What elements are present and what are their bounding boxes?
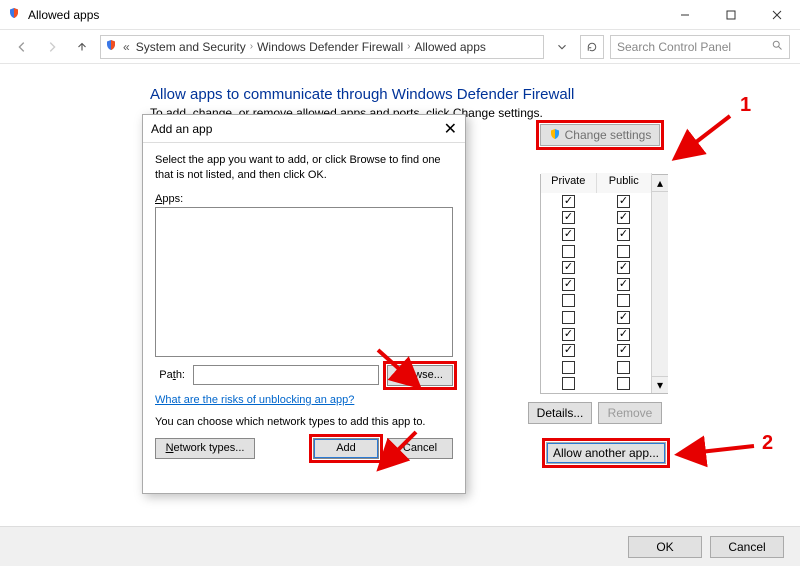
scrollbar[interactable]: ▴ ▾: [651, 175, 668, 393]
table-row: [541, 342, 651, 359]
table-row: [541, 210, 651, 227]
table-row: [541, 226, 651, 243]
apps-listbox[interactable]: [155, 207, 453, 357]
column-header-public[interactable]: Public: [597, 173, 653, 193]
firewall-icon: [105, 39, 117, 54]
uac-shield-icon: [549, 128, 561, 143]
checkbox-private[interactable]: [562, 294, 575, 307]
checkbox-public[interactable]: [617, 294, 630, 307]
close-button[interactable]: [754, 0, 800, 30]
checkbox-public[interactable]: [617, 195, 630, 208]
breadcrumb[interactable]: « System and Security › Windows Defender…: [100, 35, 544, 59]
checkbox-private[interactable]: [562, 278, 575, 291]
checkbox-public[interactable]: [617, 328, 630, 341]
table-row: [541, 259, 651, 276]
scroll-up-icon[interactable]: ▴: [652, 175, 668, 192]
add-button[interactable]: Add: [313, 438, 379, 459]
checkbox-public[interactable]: [617, 245, 630, 258]
checkbox-private[interactable]: [562, 228, 575, 241]
path-label: Path:: [155, 369, 185, 381]
checkbox-public[interactable]: [617, 361, 630, 374]
breadcrumb-item[interactable]: Windows Defender Firewall: [257, 40, 403, 54]
dialog-instruction: Select the app you want to add, or click…: [155, 153, 453, 183]
change-settings-label: Change settings: [565, 128, 652, 142]
dialog-title: Add an app: [151, 122, 212, 136]
checkbox-private[interactable]: [562, 245, 575, 258]
search-input[interactable]: Search Control Panel: [610, 35, 790, 59]
network-types-note: You can choose which network types to ad…: [155, 416, 453, 428]
change-settings-button[interactable]: Change settings: [540, 124, 660, 146]
table-row: [541, 359, 651, 376]
maximize-button[interactable]: [708, 0, 754, 30]
minimize-button[interactable]: [662, 0, 708, 30]
firewall-icon: [8, 7, 20, 22]
table-row: [541, 276, 651, 293]
checkbox-public[interactable]: [617, 344, 630, 357]
breadcrumb-history-button[interactable]: [550, 35, 574, 59]
search-icon: [771, 39, 783, 54]
table-row: [541, 309, 651, 326]
risks-link[interactable]: What are the risks of unblocking an app?: [155, 394, 354, 406]
checkbox-public[interactable]: [617, 377, 630, 390]
chevron-right-icon: ›: [248, 41, 255, 52]
breadcrumb-overflow-icon: «: [119, 40, 134, 54]
breadcrumb-item[interactable]: Allowed apps: [414, 40, 485, 54]
checkbox-private[interactable]: [562, 261, 575, 274]
search-placeholder: Search Control Panel: [617, 40, 771, 54]
chevron-right-icon: ›: [405, 41, 412, 52]
cancel-button[interactable]: Cancel: [710, 536, 784, 558]
checkbox-public[interactable]: [617, 228, 630, 241]
nav-up-button[interactable]: [70, 35, 94, 59]
allow-another-app-button[interactable]: Allow another app...: [546, 442, 666, 464]
checkbox-private[interactable]: [562, 361, 575, 374]
apps-label: Apps:: [155, 193, 453, 205]
nav-back-button[interactable]: [10, 35, 34, 59]
table-row: [541, 243, 651, 260]
checkbox-private[interactable]: [562, 328, 575, 341]
annotation-2: 2: [762, 432, 773, 455]
checkbox-private[interactable]: [562, 195, 575, 208]
column-header-private[interactable]: Private: [541, 173, 597, 193]
checkbox-private[interactable]: [562, 311, 575, 324]
checkbox-public[interactable]: [617, 211, 630, 224]
checkbox-private[interactable]: [562, 344, 575, 357]
path-input[interactable]: [193, 365, 379, 385]
dialog-close-button[interactable]: ✕: [444, 119, 457, 139]
scroll-down-icon[interactable]: ▾: [652, 376, 668, 393]
browse-button[interactable]: Browse...: [387, 365, 453, 386]
refresh-button[interactable]: [580, 35, 604, 59]
checkbox-public[interactable]: [617, 311, 630, 324]
ok-button[interactable]: OK: [628, 536, 702, 558]
table-row: [541, 376, 651, 393]
checkbox-public[interactable]: [617, 261, 630, 274]
allowed-apps-columns: Private Public ▴ ▾: [540, 174, 668, 394]
page-title: Allow apps to communicate through Window…: [150, 86, 574, 103]
table-row: [541, 293, 651, 310]
add-app-dialog: Add an app ✕ Select the app you want to …: [142, 114, 466, 494]
network-types-button[interactable]: Network types...: [155, 438, 255, 459]
dialog-cancel-button[interactable]: Cancel: [387, 438, 453, 459]
nav-forward-button[interactable]: [40, 35, 64, 59]
checkbox-private[interactable]: [562, 211, 575, 224]
window-title: Allowed apps: [28, 8, 99, 22]
breadcrumb-item[interactable]: System and Security: [136, 40, 246, 54]
checkbox-public[interactable]: [617, 278, 630, 291]
annotation-1: 1: [740, 94, 751, 117]
checkbox-private[interactable]: [562, 377, 575, 390]
table-row: [541, 193, 651, 210]
details-button[interactable]: Details...: [528, 402, 592, 424]
table-row: [541, 326, 651, 343]
remove-button: Remove: [598, 402, 662, 424]
